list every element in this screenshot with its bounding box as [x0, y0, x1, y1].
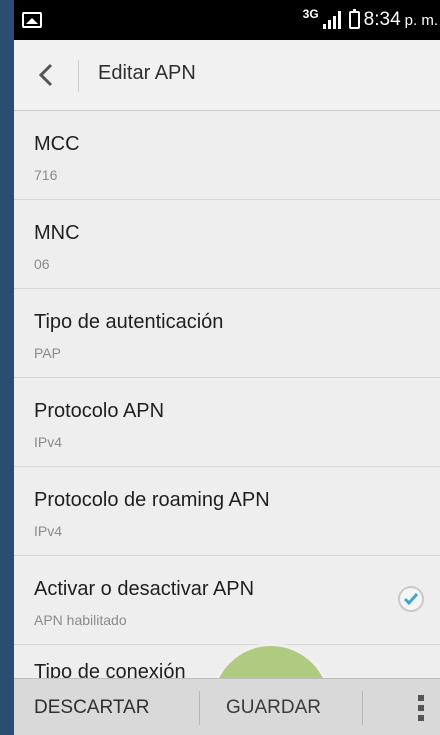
setting-auth-type[interactable]: Tipo de autenticación PAP	[14, 289, 440, 378]
setting-apn-enabled[interactable]: Activar o desactivar APN APN habilitado	[14, 556, 440, 645]
battery-icon	[348, 9, 360, 29]
save-button[interactable]: GUARDAR	[226, 679, 321, 735]
apn-enabled-checkbox[interactable]	[398, 586, 424, 612]
action-bar-divider	[78, 60, 79, 92]
status-bar: 3G 8:34 p. m.	[14, 0, 440, 40]
bottom-divider	[199, 691, 200, 725]
action-bar: Editar APN	[14, 40, 440, 111]
setting-value: 716	[34, 167, 58, 183]
checkbox-checked-icon	[403, 593, 419, 606]
network-type-label: 3G	[302, 7, 319, 21]
status-clock-ampm: p. m.	[404, 11, 438, 29]
discard-button[interactable]: DESCARTAR	[34, 679, 149, 735]
setting-value: PAP	[34, 345, 61, 361]
chevron-left-icon[interactable]	[34, 62, 60, 88]
apn-editor-screen: 3G 8:34 p. m. Editar APN MCC 716 MNC 06 …	[14, 0, 440, 735]
setting-value: 06	[34, 256, 50, 272]
image-notification-icon	[22, 12, 42, 28]
setting-label: Activar o desactivar APN	[34, 578, 255, 600]
setting-value: IPv4	[34, 523, 63, 539]
setting-roaming-protocol[interactable]: Protocolo de roaming APN IPv4	[14, 467, 440, 556]
status-clock: 8:34	[363, 9, 401, 30]
setting-value: APN habilitado	[34, 612, 127, 628]
setting-value: IPv4	[34, 434, 63, 450]
bottom-divider	[362, 691, 363, 725]
setting-label: MCC	[34, 133, 80, 155]
apn-settings-list: MCC 716 MNC 06 Tipo de autenticación PAP…	[14, 111, 440, 645]
setting-label: Protocolo APN	[34, 400, 165, 422]
overflow-menu-icon[interactable]	[418, 695, 424, 721]
setting-mnc[interactable]: MNC 06	[14, 200, 440, 289]
setting-label: Protocolo de roaming APN	[34, 489, 270, 511]
signal-strength-icon	[322, 11, 341, 29]
page-title: Editar APN	[98, 62, 196, 84]
setting-label: Tipo de autenticación	[34, 311, 224, 333]
setting-mcc[interactable]: MCC 716	[14, 111, 440, 200]
bottom-action-bar: DESCARTAR GUARDAR	[14, 678, 440, 735]
setting-apn-protocol[interactable]: Protocolo APN IPv4	[14, 378, 440, 467]
status-indicators: 3G 8:34 p. m.	[303, 6, 438, 34]
setting-label: MNC	[34, 222, 80, 244]
